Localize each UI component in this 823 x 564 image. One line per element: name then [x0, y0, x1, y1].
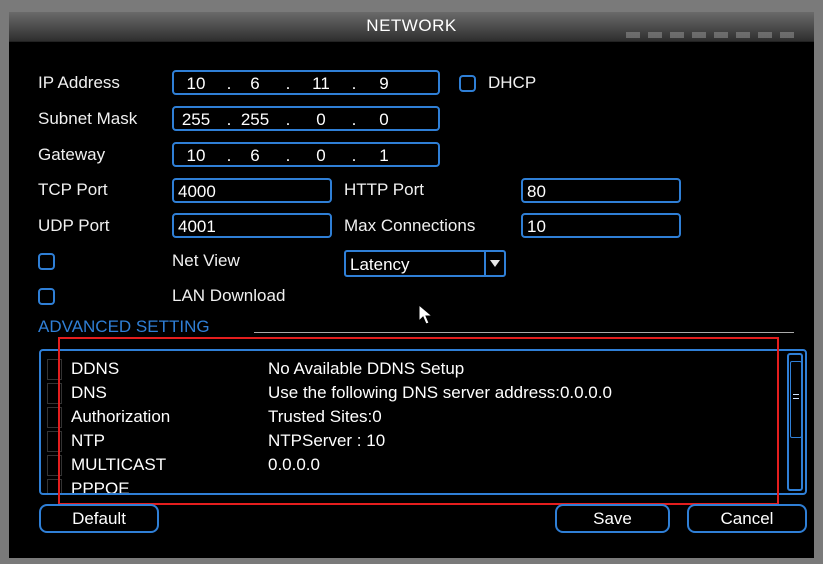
subnet-dot: . [351, 110, 357, 129]
subnet-octet-2[interactable]: 255 [235, 110, 275, 130]
net-view-checkbox[interactable] [38, 253, 55, 270]
advanced-settings-list[interactable]: DDNS No Available DDNS Setup DNS Use the… [39, 349, 807, 495]
row-marker [47, 455, 62, 476]
ip-address-field[interactable]: 10 . 6 . 11 . 9 [172, 70, 440, 95]
max-connections-label: Max Connections [344, 216, 476, 235]
row-marker [47, 431, 62, 452]
save-button[interactable]: Save [555, 504, 670, 533]
row-marker [47, 383, 62, 404]
setting-value: No Available DDNS Setup [268, 359, 465, 378]
network-dialog: NETWORK IP Address 10 . 6 . 11 . 9 DHCP … [9, 12, 814, 558]
max-connections-input[interactable]: 10 [521, 213, 681, 238]
subnet-dot: . [226, 110, 232, 129]
lan-download-checkbox[interactable] [38, 288, 55, 305]
gateway-dot: . [226, 146, 232, 165]
udp-port-input[interactable]: 4001 [172, 213, 332, 238]
setting-name: DNS [71, 383, 107, 402]
list-item[interactable]: DNS Use the following DNS server address… [41, 381, 787, 405]
ip-octet-3[interactable]: 11 [301, 74, 341, 94]
dhcp-checkbox[interactable] [459, 75, 476, 92]
ip-octet-1[interactable]: 10 [176, 74, 216, 94]
subnet-mask-label: Subnet Mask [38, 109, 138, 128]
list-scrollbar[interactable] [787, 353, 803, 491]
cancel-button[interactable]: Cancel [687, 504, 807, 533]
udp-port-label: UDP Port [38, 216, 110, 235]
ip-address-label: IP Address [38, 73, 120, 92]
net-view-label: Net View [172, 251, 240, 270]
gateway-dot: . [351, 146, 357, 165]
gateway-octet-3[interactable]: 0 [301, 146, 341, 166]
list-item[interactable]: PPPOE [41, 477, 787, 495]
setting-name: PPPOE [71, 479, 130, 495]
gateway-dot: . [285, 146, 291, 165]
subnet-mask-field[interactable]: 255 . 255 . 0 . 0 [172, 106, 440, 131]
row-marker [47, 359, 62, 380]
setting-value: Use the following DNS server address:0.0… [268, 383, 612, 402]
dhcp-label: DHCP [488, 73, 537, 92]
list-item[interactable]: MULTICAST 0.0.0.0 [41, 453, 787, 477]
section-divider [254, 332, 794, 333]
subnet-octet-4[interactable]: 0 [364, 110, 404, 130]
ip-octet-2[interactable]: 6 [235, 74, 275, 94]
window-title: NETWORK [366, 16, 457, 35]
ip-octet-4[interactable]: 9 [364, 74, 404, 94]
tcp-port-input[interactable]: 4000 [172, 178, 332, 203]
setting-name: Authorization [71, 407, 171, 426]
gateway-octet-2[interactable]: 6 [235, 146, 275, 166]
setting-name: MULTICAST [71, 455, 167, 474]
dropdown-arrow-icon[interactable] [484, 252, 504, 275]
lan-download-label: LAN Download [172, 286, 286, 305]
row-marker [47, 479, 62, 493]
list-item[interactable]: Authorization Trusted Sites:0 [41, 405, 787, 429]
setting-name: DDNS [71, 359, 120, 378]
transfer-policy-select[interactable]: Latency [344, 250, 506, 277]
subnet-octet-3[interactable]: 0 [301, 110, 341, 130]
advanced-setting-title: ADVANCED SETTING [38, 317, 210, 336]
scrollbar-thumb[interactable] [790, 361, 802, 438]
mouse-cursor-icon [418, 304, 434, 325]
ip-dot: . [226, 74, 232, 93]
http-port-input[interactable]: 80 [521, 178, 681, 203]
list-item[interactable]: NTP NTPServer : 10 [41, 429, 787, 453]
subnet-octet-1[interactable]: 255 [176, 110, 216, 130]
setting-value: 0.0.0.0 [268, 455, 320, 474]
gateway-octet-1[interactable]: 10 [176, 146, 216, 166]
screen-border: NETWORK IP Address 10 . 6 . 11 . 9 DHCP … [0, 0, 823, 564]
setting-value: Trusted Sites:0 [268, 407, 382, 426]
transfer-policy-value: Latency [350, 255, 410, 274]
gateway-octet-4[interactable]: 1 [364, 146, 404, 166]
title-bar: NETWORK [9, 12, 814, 42]
tcp-port-label: TCP Port [38, 180, 108, 199]
ip-dot: . [351, 74, 357, 93]
subnet-dot: . [285, 110, 291, 129]
gateway-field[interactable]: 10 . 6 . 0 . 1 [172, 142, 440, 167]
row-marker [47, 407, 62, 428]
list-item[interactable]: DDNS No Available DDNS Setup [41, 357, 787, 381]
setting-name: NTP [71, 431, 105, 450]
http-port-label: HTTP Port [344, 180, 424, 199]
ip-dot: . [285, 74, 291, 93]
default-button[interactable]: Default [39, 504, 159, 533]
setting-value: NTPServer : 10 [268, 431, 386, 450]
gateway-label: Gateway [38, 145, 106, 164]
